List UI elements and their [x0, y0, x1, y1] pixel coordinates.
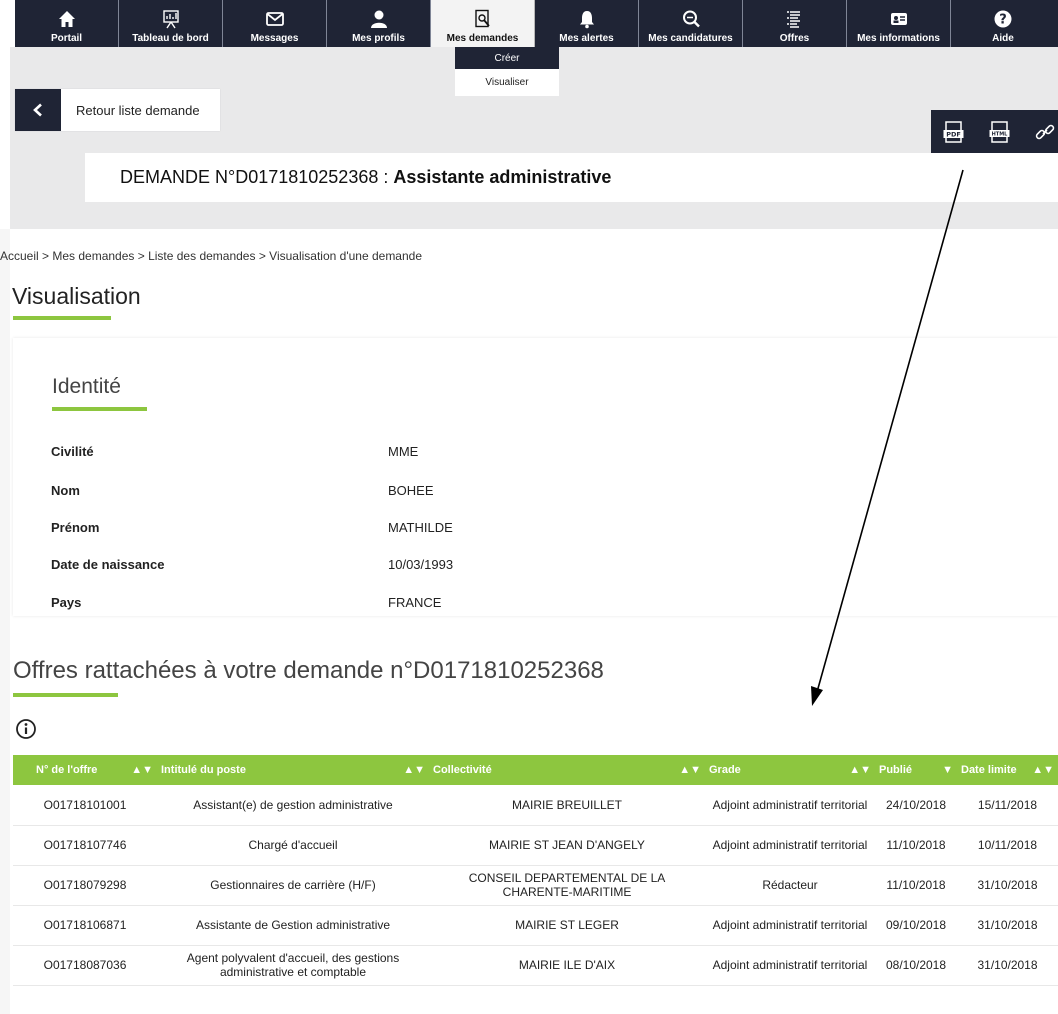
- annotation-arrow: [811, 169, 964, 706]
- annotation-arrow-head: [811, 686, 823, 706]
- annotation-arrow-line: [816, 169, 964, 693]
